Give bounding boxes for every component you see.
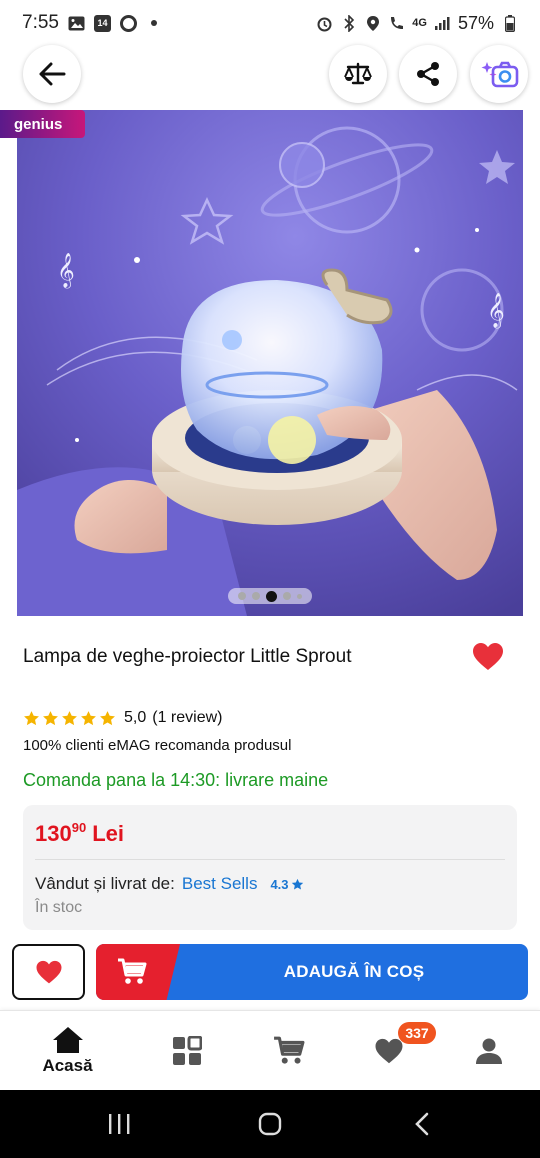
rating-row[interactable]: 5,0 (1 review)	[23, 709, 222, 727]
star-icon	[81, 710, 96, 725]
favorite-toggle[interactable]	[472, 642, 504, 672]
gallery-dot[interactable]	[283, 592, 291, 600]
heart-icon	[473, 643, 503, 670]
price-currency: Lei	[92, 821, 124, 846]
star-icon	[291, 878, 303, 890]
product-image[interactable]: 𝄞 𝄞	[17, 110, 523, 616]
system-nav-bar	[0, 1090, 540, 1158]
heart-icon	[36, 960, 61, 983]
back-system-button[interactable]	[402, 1106, 442, 1142]
price-box: 13090 Lei Vândut și livrat de: Best Sells…	[23, 805, 517, 930]
recent-apps-button[interactable]	[99, 1106, 139, 1142]
price-main: 130	[35, 821, 72, 846]
cart-icon	[118, 958, 147, 984]
wifi-call-icon	[388, 15, 405, 32]
bluetooth-icon	[340, 14, 357, 32]
recommend-text: 100% clienti eMAG recomanda produsul	[23, 737, 292, 754]
nav-home[interactable]: Acasă	[30, 1011, 105, 1091]
status-bar: 7:55 14 4G 57%	[0, 0, 540, 46]
back-arrow-icon	[39, 62, 66, 86]
gallery-dot[interactable]	[238, 592, 246, 600]
projector-lamp-photo: 𝄞 𝄞	[17, 110, 523, 616]
svg-text:𝄞: 𝄞	[57, 253, 75, 289]
categories-icon	[173, 1036, 202, 1065]
cart-icon	[274, 1036, 305, 1064]
gallery-dot[interactable]	[252, 592, 260, 600]
divider	[35, 859, 505, 860]
add-to-cart-label: ADAUGĂ ÎN COȘ	[283, 962, 425, 981]
compare-button[interactable]	[329, 45, 387, 103]
nav-account[interactable]	[462, 1011, 516, 1091]
nav-home-label: Acasă	[42, 1056, 93, 1075]
network-type: 4G	[412, 17, 427, 29]
star-icon	[100, 710, 115, 725]
top-bar	[0, 44, 540, 106]
product-title: Lampa de veghe-proiector Little Sprout	[23, 646, 352, 667]
price: 13090 Lei	[35, 820, 124, 847]
clock: 7:55	[22, 12, 59, 33]
location-icon	[364, 15, 381, 32]
seller-label: Vândut și livrat de:	[35, 874, 175, 893]
seller-rating-value: 4.3	[270, 876, 289, 892]
price-cents: 90	[71, 820, 87, 835]
alarm-icon	[316, 15, 333, 32]
share-button[interactable]	[399, 45, 457, 103]
home-circle-icon	[258, 1112, 282, 1136]
gallery-dot-active[interactable]	[266, 590, 277, 602]
add-to-favorites-button[interactable]	[12, 944, 85, 1000]
seller-rating: 4.3	[270, 877, 303, 892]
svg-text:𝄞: 𝄞	[487, 293, 505, 329]
star-icon	[24, 710, 39, 725]
share-icon	[417, 62, 439, 86]
user-icon	[476, 1038, 502, 1064]
camera-search-icon	[481, 61, 519, 88]
more-dot-icon	[146, 15, 163, 32]
home-icon	[52, 1027, 83, 1053]
rating-stars	[23, 710, 116, 727]
rating-value: 5,0	[124, 709, 147, 726]
back-button[interactable]	[23, 45, 81, 103]
seller-row: Vândut și livrat de: Best Sells 4.3	[35, 874, 304, 894]
gallery-pagination[interactable]	[228, 588, 312, 604]
cart-icon-area	[96, 944, 180, 1000]
genius-badge: genius	[0, 110, 85, 138]
back-chevron-icon	[415, 1112, 429, 1136]
add-to-cart-button[interactable]: ADAUGĂ ÎN COȘ	[96, 944, 528, 1000]
compare-icon	[344, 62, 372, 85]
battery-percent: 57%	[457, 12, 494, 33]
nav-cart[interactable]	[262, 1011, 316, 1091]
calendar-notif-icon: 14	[93, 14, 111, 32]
delivery-info: Comanda pana la 14:30: livrare maine	[23, 770, 329, 790]
stock-status: În stoc	[35, 899, 83, 916]
gallery-dot[interactable]	[297, 593, 302, 599]
gallery-notif-icon	[68, 15, 85, 32]
nav-categories[interactable]	[160, 1011, 214, 1091]
circle-notif-icon	[119, 14, 137, 32]
recent-apps-icon	[109, 1114, 130, 1134]
review-count[interactable]: (1 review)	[152, 709, 222, 727]
star-icon	[43, 710, 58, 725]
home-system-button[interactable]	[250, 1106, 290, 1142]
bottom-nav: Acasă	[0, 1010, 540, 1090]
camera-search-button[interactable]	[470, 45, 528, 103]
favorites-count-badge: 337	[398, 1022, 436, 1044]
seller-link[interactable]: Best Sells	[182, 874, 258, 894]
battery-icon	[501, 14, 518, 32]
star-icon	[62, 710, 77, 725]
signal-icon	[434, 15, 451, 32]
heart-icon	[375, 1038, 403, 1063]
